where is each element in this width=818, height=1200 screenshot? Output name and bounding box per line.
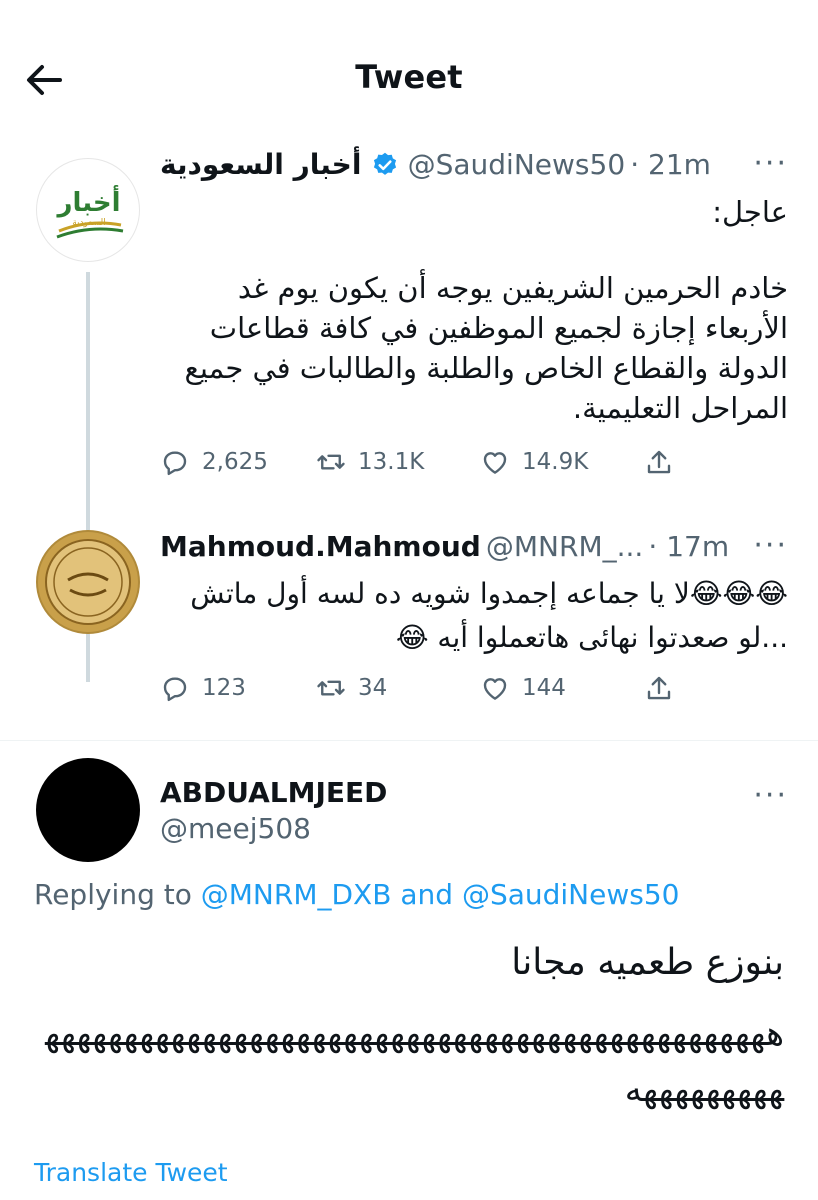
retweet-count: 13.1K	[358, 449, 425, 475]
handle[interactable]: @meej508	[160, 812, 311, 845]
handle[interactable]: @SaudiNews50	[408, 148, 626, 181]
page-title: Tweet	[355, 58, 463, 96]
tweet-text-line2: هههههههههههههههههههههههههههههههههههههههه…	[45, 1014, 784, 1110]
tweet-text: 😂😂😂لا يا جماعه إجمدوا شويه ده لسه أول ما…	[190, 577, 788, 654]
parent-tweet[interactable]: أخبار السعودية أخبار السعودية @SaudiNews…	[0, 130, 818, 682]
divider	[0, 740, 818, 741]
more-options-icon[interactable]: ···	[753, 149, 788, 179]
handle[interactable]: @MNRM_...	[486, 530, 643, 563]
tweet-header: Mahmoud.Mahmoud @MNRM_... · 17m ···	[160, 530, 788, 570]
like-button[interactable]: 144	[480, 666, 566, 710]
reply-icon	[163, 451, 187, 476]
like-count: 14.9K	[522, 449, 589, 475]
reply-button[interactable]: 2,625	[160, 440, 268, 484]
tweet-actions: 2,625 13.1K 14.9K	[160, 440, 680, 484]
reply-icon	[163, 677, 187, 702]
more-options-icon[interactable]: ···	[753, 531, 788, 561]
replying-prefix: Replying to	[34, 878, 192, 911]
share-button[interactable]	[644, 666, 674, 710]
share-button[interactable]	[644, 440, 674, 484]
top-bar: Tweet	[0, 40, 818, 120]
reply-count: 123	[202, 675, 246, 701]
heart-icon	[483, 678, 507, 700]
like-count: 144	[522, 675, 566, 701]
like-button[interactable]: 14.9K	[480, 440, 588, 484]
tweet-text-line1: بنوزع طعميه مجانا	[511, 942, 784, 983]
tweet-text: خادم الحرمين الشريفين يوجه أن يكون يوم غ…	[184, 271, 788, 425]
mention-link-mnrm[interactable]: @MNRM_DXB	[201, 878, 392, 911]
reply-tweet[interactable]: Mahmoud.Mahmoud @MNRM_... · 17m ··· 😂😂😂ل…	[0, 510, 818, 740]
retweet-count: 34	[358, 675, 388, 701]
replying-to: Replying to @MNRM_DXB and @SaudiNews50	[34, 878, 679, 911]
translate-tweet-link[interactable]: Translate Tweet	[34, 1158, 228, 1187]
tweet-actions: 123 34 144	[160, 666, 680, 710]
timestamp[interactable]: · 21m	[630, 148, 711, 181]
retweet-button[interactable]: 34	[316, 666, 387, 710]
timestamp[interactable]: · 17m	[648, 530, 729, 563]
retweet-icon	[317, 680, 345, 696]
heart-icon	[483, 452, 507, 474]
display-name[interactable]: ABDUALMJEED	[160, 776, 387, 809]
display-name[interactable]: أخبار السعودية	[160, 148, 361, 181]
retweet-button[interactable]: 13.1K	[316, 440, 424, 484]
replying-and: and	[400, 878, 454, 911]
mention-link-saudinews[interactable]: @SaudiNews50	[462, 878, 680, 911]
tweet-header: أخبار السعودية @SaudiNews50 · 21m ···	[160, 148, 788, 188]
avatar[interactable]	[36, 758, 140, 862]
share-icon	[647, 676, 671, 700]
reply-button[interactable]: 123	[160, 666, 246, 710]
tweet-text-heading: عاجل:	[712, 195, 788, 229]
reply-count: 2,625	[202, 449, 268, 475]
avatar[interactable]: أخبار السعودية	[36, 158, 140, 262]
avatar[interactable]	[36, 530, 140, 634]
retweet-icon	[317, 454, 345, 470]
share-icon	[647, 450, 671, 474]
logo-text: أخبار	[56, 185, 121, 218]
display-name[interactable]: Mahmoud.Mahmoud	[160, 530, 481, 563]
verified-badge-icon	[371, 151, 399, 183]
more-options-icon[interactable]: ···	[753, 781, 788, 811]
